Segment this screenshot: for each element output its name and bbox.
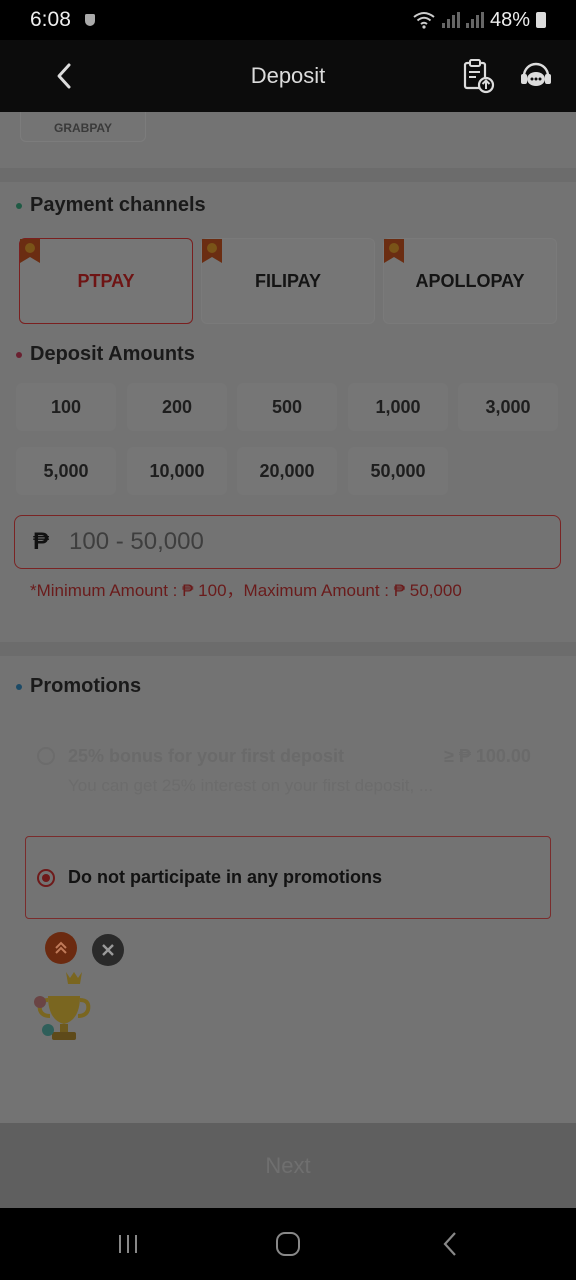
- payment-method-grabpay[interactable]: GRABPAY: [20, 112, 146, 142]
- system-back-icon: [443, 1232, 456, 1256]
- home-icon: [276, 1232, 300, 1256]
- promotions-title: Promotions: [16, 675, 141, 698]
- section-dot-icon: [16, 683, 22, 690]
- payment-channels-label: Payment channels: [30, 194, 206, 216]
- deposit-record-button[interactable]: [458, 56, 498, 96]
- payment-channels-title: Payment channels: [16, 194, 206, 217]
- next-button[interactable]: Next: [0, 1123, 576, 1208]
- signal-icon-2: [465, 12, 484, 28]
- scroll-top-button[interactable]: [45, 932, 77, 964]
- signal-icon: [441, 12, 460, 28]
- home-button[interactable]: [268, 1228, 308, 1260]
- section-dot-icon: [16, 202, 22, 209]
- deposit-page: GRABPAY Payment channels PTPAY FILIPAY A…: [0, 112, 576, 1208]
- amount-option[interactable]: 1,000: [348, 383, 448, 431]
- battery-percent: 48%: [489, 8, 530, 31]
- channel-filipay[interactable]: FILIPAY: [201, 238, 375, 324]
- amount-option[interactable]: 50,000: [348, 447, 448, 495]
- section-dot-icon: [16, 351, 22, 358]
- amount-input[interactable]: ₱ 100 - 50,000: [14, 515, 561, 569]
- status-bar: 6:08 48%: [0, 0, 576, 40]
- promo-none-radio[interactable]: [37, 869, 55, 887]
- amount-placeholder: 100 - 50,000: [69, 528, 204, 555]
- promo-none-label: Do not participate in any promotions: [68, 867, 383, 887]
- amount-option[interactable]: 100: [16, 383, 116, 431]
- deposit-amounts-title: Deposit Amounts: [16, 343, 195, 366]
- amount-option[interactable]: 10,000: [127, 447, 227, 495]
- shield-icon: [84, 14, 95, 26]
- amount-option[interactable]: 3,000: [458, 383, 558, 431]
- system-back-button[interactable]: [430, 1228, 470, 1260]
- customer-service-icon: [521, 62, 551, 86]
- payment-methods-strip: GRABPAY: [0, 112, 576, 172]
- wifi-icon: [413, 12, 435, 29]
- status-time: 6:08: [30, 8, 71, 31]
- section-divider: [0, 642, 576, 656]
- battery-icon: [536, 12, 546, 28]
- hot-badge-icon: [384, 239, 404, 263]
- system-nav-bar: [0, 1208, 576, 1280]
- amount-option[interactable]: 200: [127, 383, 227, 431]
- trophy-icon[interactable]: [26, 962, 98, 1046]
- promo-radio[interactable]: [37, 747, 55, 765]
- promo-none-card[interactable]: Do not participate in any promotions: [25, 836, 551, 919]
- close-icon: [102, 944, 114, 956]
- channel-apollopay[interactable]: APOLLOPAY: [383, 238, 557, 324]
- deposit-amounts-label: Deposit Amounts: [30, 343, 195, 365]
- recent-apps-icon: [119, 1235, 137, 1253]
- amount-limit-hint: *Minimum Amount : ₱ 100，Maximum Amount :…: [30, 581, 462, 600]
- section-divider: [0, 168, 576, 182]
- currency-symbol: ₱: [33, 528, 50, 555]
- amount-option[interactable]: 500: [237, 383, 337, 431]
- recent-apps-button[interactable]: [108, 1228, 148, 1260]
- deposit-record-icon: [463, 59, 495, 94]
- amount-option[interactable]: 20,000: [237, 447, 337, 495]
- channel-label: APOLLOPAY: [415, 270, 525, 291]
- double-chevron-up-icon: [55, 941, 67, 954]
- amount-option[interactable]: 5,000: [16, 447, 116, 495]
- promo-title: 25% bonus for your first deposit: [68, 746, 345, 766]
- hot-badge-icon: [202, 239, 222, 263]
- app-header: Deposit: [0, 40, 576, 112]
- channel-label: FILIPAY: [254, 270, 321, 291]
- promo-min-amount: ≥ ₱ 100.00: [444, 746, 531, 766]
- promo-description: You can get 25% interest on your first d…: [68, 776, 434, 795]
- channel-label: PTPAY: [77, 270, 135, 291]
- channel-ptpay[interactable]: PTPAY: [19, 238, 193, 324]
- promotions-label: Promotions: [30, 675, 142, 697]
- customer-service-button[interactable]: [516, 56, 556, 96]
- hot-badge-icon: [20, 239, 40, 263]
